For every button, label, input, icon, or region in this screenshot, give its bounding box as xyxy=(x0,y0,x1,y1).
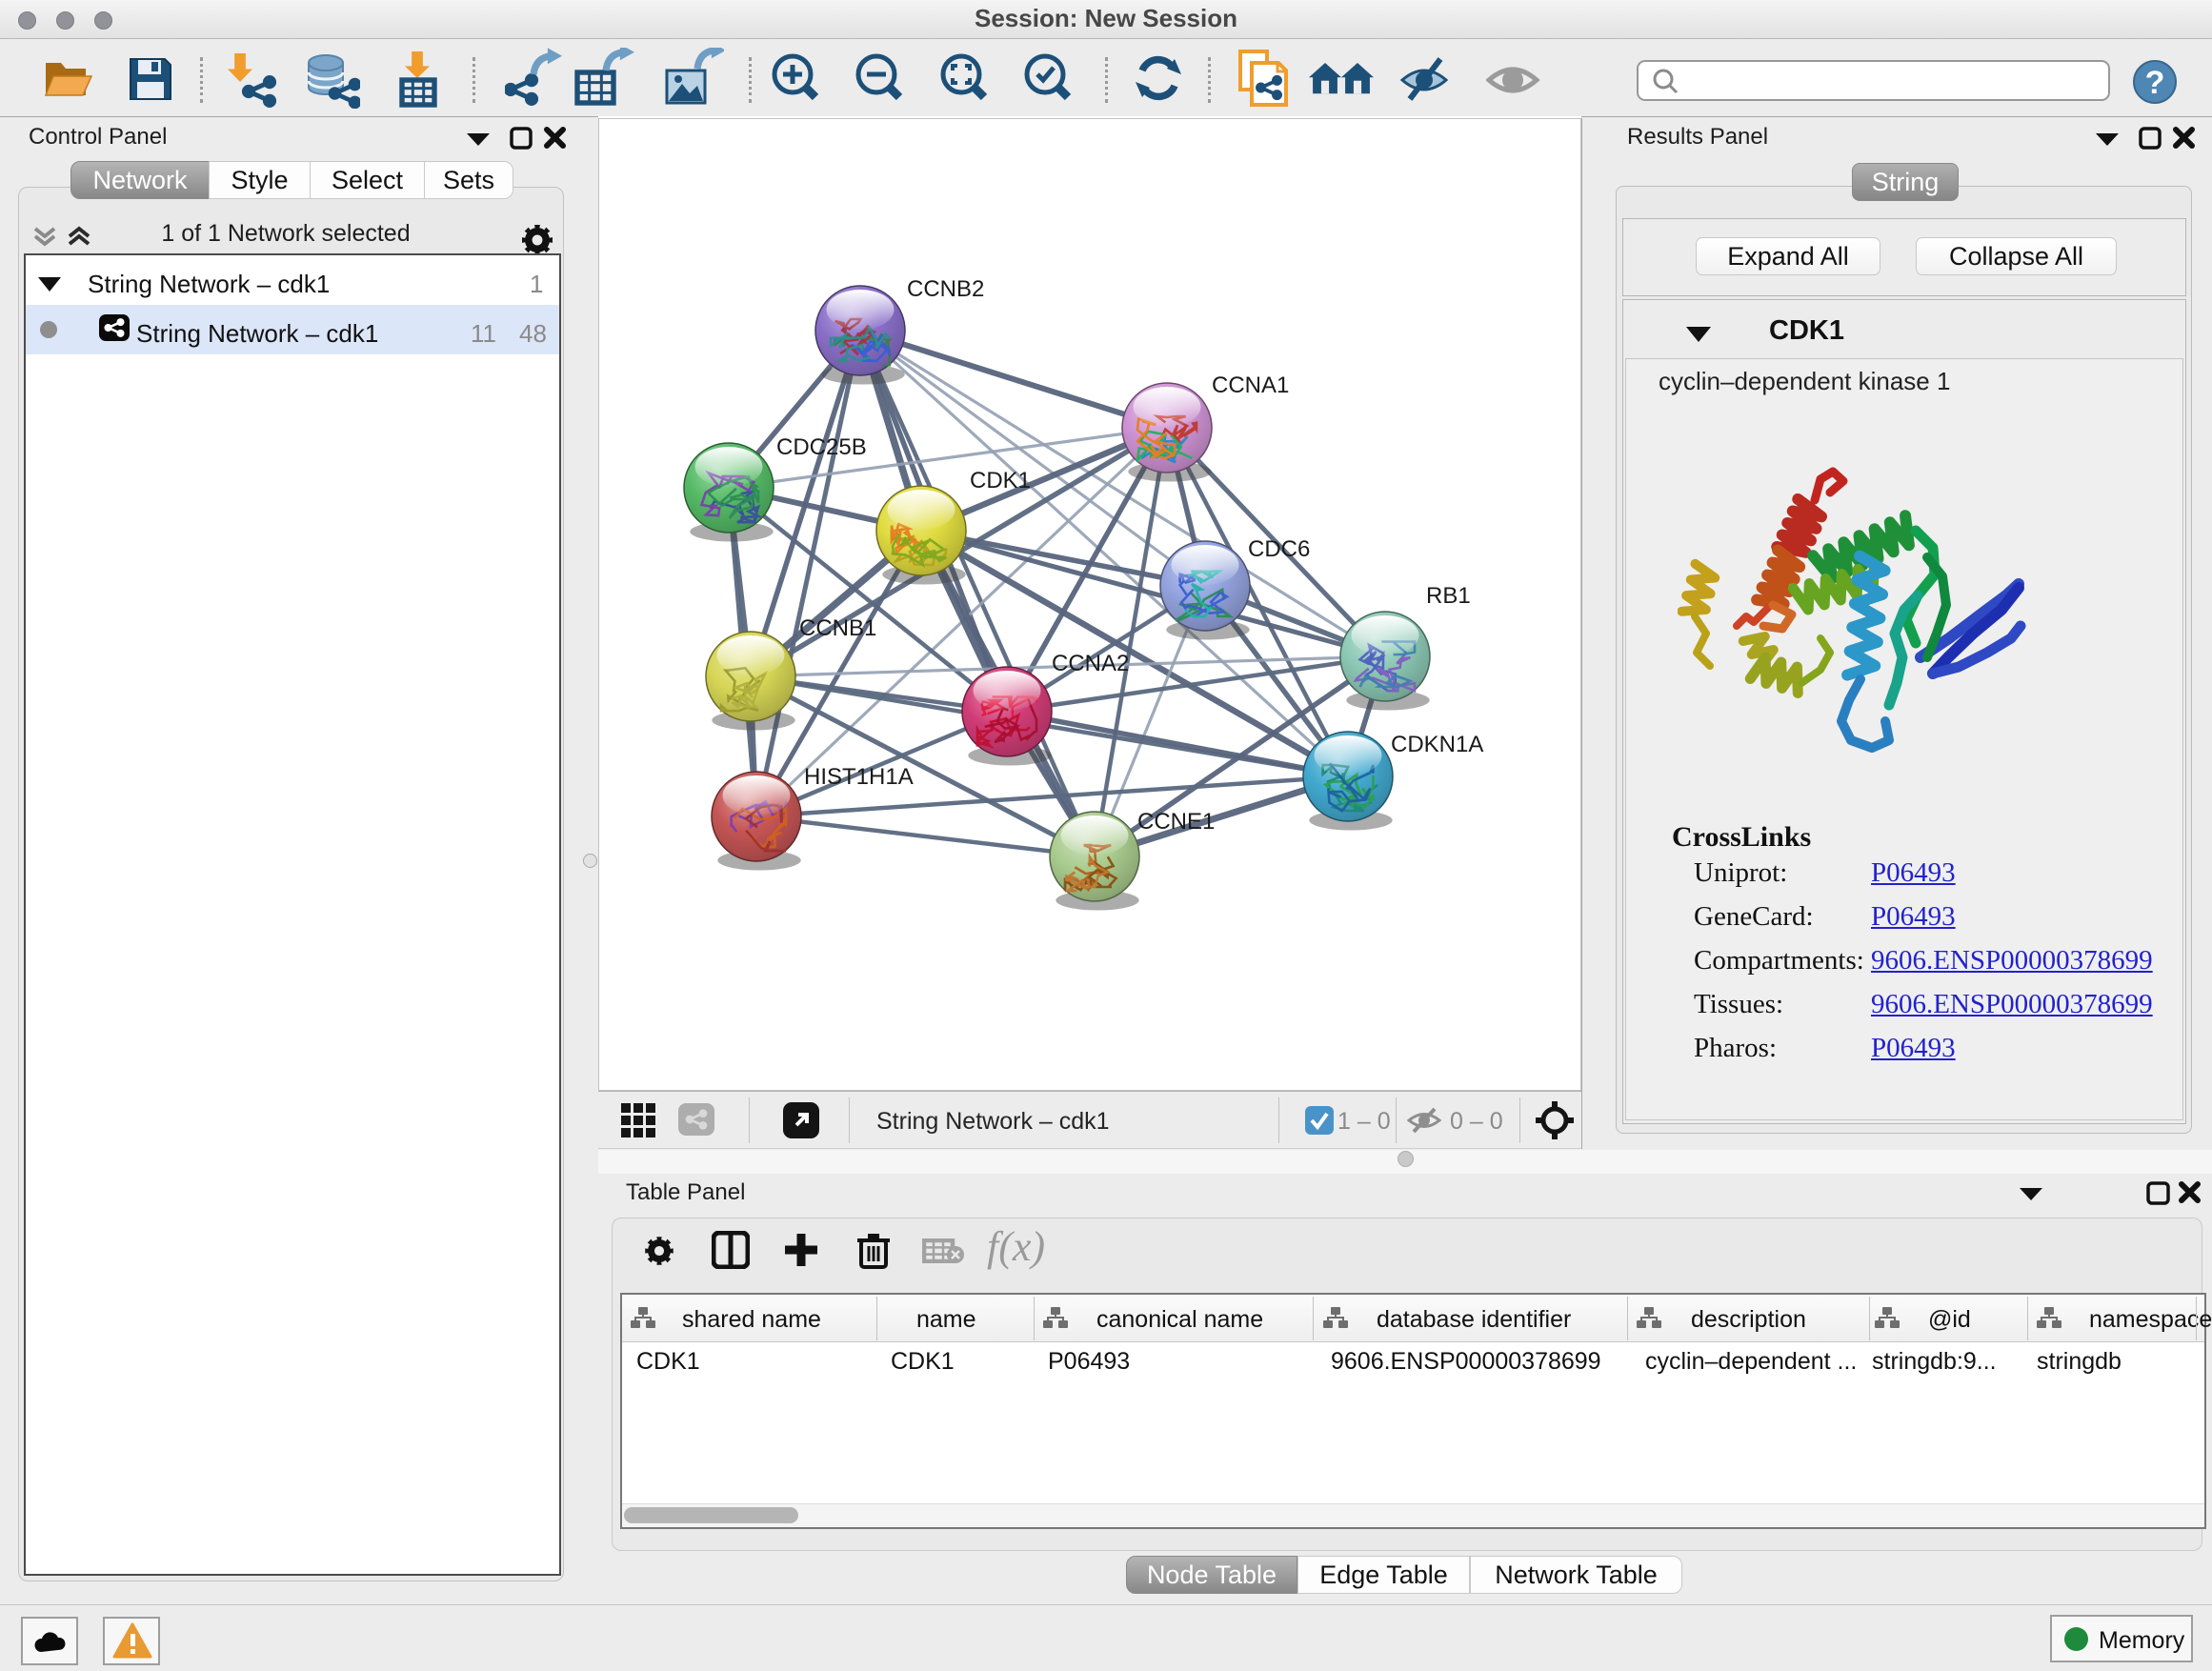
svg-text:CDC6: CDC6 xyxy=(1248,536,1310,562)
svg-text:CCNA1: CCNA1 xyxy=(1212,372,1289,398)
svg-text:HIST1H1A: HIST1H1A xyxy=(804,764,914,790)
svg-text:CDC25B: CDC25B xyxy=(776,434,867,460)
svg-text:RB1: RB1 xyxy=(1426,583,1471,609)
svg-text:CCNB2: CCNB2 xyxy=(907,276,984,302)
svg-text:CCNA2: CCNA2 xyxy=(1052,651,1129,676)
svg-text:CCNE1: CCNE1 xyxy=(1137,809,1215,835)
svg-text:CCNB1: CCNB1 xyxy=(799,615,876,641)
svg-text:CDK1: CDK1 xyxy=(970,468,1031,493)
svg-text:CDKN1A: CDKN1A xyxy=(1391,732,1483,757)
